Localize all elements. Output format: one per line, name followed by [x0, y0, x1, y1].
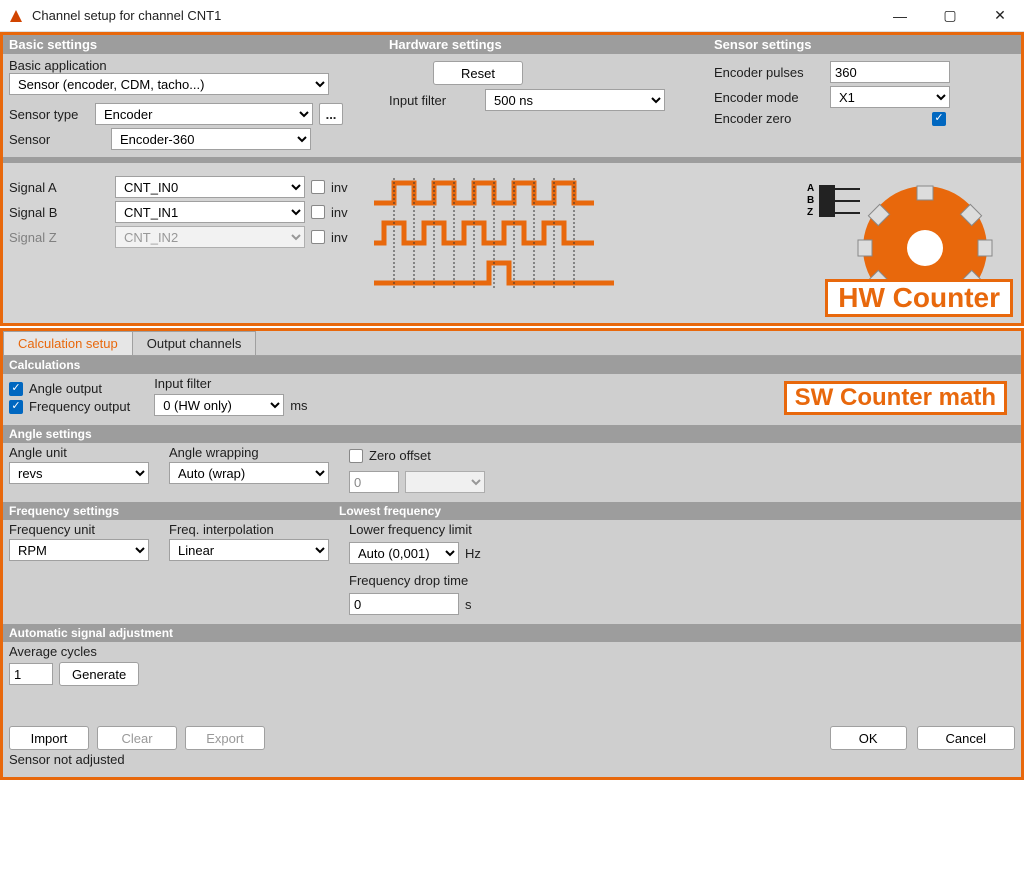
sensor-select[interactable]: Encoder-360	[111, 128, 311, 150]
sensor-type-select[interactable]: Encoder	[95, 103, 313, 125]
frequency-unit-label: Frequency unit	[9, 522, 149, 537]
tab-calculation-setup[interactable]: Calculation setup	[3, 331, 133, 355]
average-cycles-input[interactable]	[9, 663, 53, 685]
frequency-unit-select[interactable]: RPM	[9, 539, 149, 561]
import-button[interactable]: Import	[9, 726, 89, 750]
tab-output-channels[interactable]: Output channels	[132, 331, 257, 355]
clear-button: Clear	[97, 726, 177, 750]
input-filter-label: Input filter	[389, 93, 479, 108]
calc-input-filter-select[interactable]: 0 (HW only)	[154, 394, 284, 416]
hw-counter-badge: HW Counter	[825, 279, 1013, 317]
hardware-settings-header: Hardware settings	[383, 35, 708, 54]
titlebar: Channel setup for channel CNT1 — ▢ ✕	[0, 0, 1024, 32]
sensor-settings-header: Sensor settings	[708, 35, 1021, 54]
svg-text:A: A	[807, 183, 814, 194]
lower-frequency-limit-select[interactable]: Auto (0,001)	[349, 542, 459, 564]
frequency-drop-time-input[interactable]	[349, 593, 459, 615]
lowest-frequency-header: Lowest frequency	[333, 502, 1021, 520]
svg-text:B: B	[807, 195, 814, 206]
freq-interpolation-label: Freq. interpolation	[169, 522, 329, 537]
sensor-type-label: Sensor type	[9, 107, 89, 122]
encoder-zero-label: Encoder zero	[714, 111, 824, 126]
ok-button[interactable]: OK	[830, 726, 907, 750]
angle-unit-label: Angle unit	[9, 445, 149, 460]
hz-unit: Hz	[465, 546, 481, 561]
sensor-type-more-button[interactable]: ...	[319, 103, 343, 125]
maximize-button[interactable]: ▢	[934, 4, 966, 28]
encoder-zero-checkbox[interactable]	[932, 112, 946, 126]
signal-z-select: CNT_IN2	[115, 226, 305, 248]
signal-waveform-diagram	[369, 173, 795, 313]
reset-button[interactable]: Reset	[433, 61, 523, 85]
sw-counter-panel: Calculation setup Output channels Calcul…	[0, 328, 1024, 780]
encoder-mode-select[interactable]: X1	[830, 86, 950, 108]
signal-z-inv-label: inv	[331, 230, 348, 245]
signal-b-inv-checkbox[interactable]	[311, 205, 325, 219]
signal-a-inv-label: inv	[331, 180, 348, 195]
encoder-pulses-label: Encoder pulses	[714, 65, 824, 80]
angle-output-checkbox[interactable]	[9, 382, 23, 396]
frequency-settings-header: Frequency settings	[3, 502, 333, 520]
basic-application-label: Basic application	[9, 58, 377, 73]
signal-z-inv-checkbox[interactable]	[311, 230, 325, 244]
freq-interpolation-select[interactable]: Linear	[169, 539, 329, 561]
basic-application-select[interactable]: Sensor (encoder, CDM, tacho...)	[9, 73, 329, 95]
window-title: Channel setup for channel CNT1	[32, 8, 884, 23]
signal-a-label: Signal A	[9, 180, 109, 195]
close-button[interactable]: ✕	[984, 4, 1016, 28]
sensor-status-text: Sensor not adjusted	[9, 752, 1015, 767]
frequency-output-label: Frequency output	[29, 399, 130, 414]
calculations-header: Calculations	[3, 356, 1021, 374]
frequency-drop-time-label: Frequency drop time	[349, 573, 481, 588]
svg-text:Z: Z	[807, 207, 813, 218]
sensor-label: Sensor	[9, 132, 105, 147]
signal-b-inv-label: inv	[331, 205, 348, 220]
input-filter-select[interactable]: 500 ns	[485, 89, 665, 111]
encoder-mode-label: Encoder mode	[714, 90, 824, 105]
basic-settings-header: Basic settings	[3, 35, 383, 54]
zero-offset-input	[349, 471, 399, 493]
angle-wrapping-select[interactable]: Auto (wrap)	[169, 462, 329, 484]
average-cycles-label: Average cycles	[9, 644, 1015, 659]
seconds-unit: s	[465, 597, 472, 612]
signal-z-label: Signal Z	[9, 230, 109, 245]
angle-wrapping-label: Angle wrapping	[169, 445, 329, 460]
signal-b-label: Signal B	[9, 205, 109, 220]
cancel-button[interactable]: Cancel	[917, 726, 1015, 750]
ms-unit: ms	[290, 398, 307, 413]
signal-a-select[interactable]: CNT_IN0	[115, 176, 305, 198]
hw-counter-panel: Basic settings Hardware settings Sensor …	[0, 32, 1024, 326]
zero-offset-checkbox[interactable]	[349, 449, 363, 463]
automatic-signal-adjustment-header: Automatic signal adjustment	[3, 624, 1021, 642]
app-logo-icon	[8, 8, 24, 24]
zero-offset-label: Zero offset	[369, 448, 431, 463]
angle-unit-select[interactable]: revs	[9, 462, 149, 484]
zero-offset-unit-select	[405, 471, 485, 493]
generate-button[interactable]: Generate	[59, 662, 139, 686]
export-button: Export	[185, 726, 265, 750]
angle-output-label: Angle output	[29, 381, 102, 396]
angle-settings-header: Angle settings	[3, 425, 1021, 443]
frequency-output-checkbox[interactable]	[9, 400, 23, 414]
encoder-pulses-input[interactable]	[830, 61, 950, 83]
lower-frequency-limit-label: Lower frequency limit	[349, 522, 481, 537]
signal-a-inv-checkbox[interactable]	[311, 180, 325, 194]
minimize-button[interactable]: —	[884, 4, 916, 28]
sw-counter-badge: SW Counter math	[784, 381, 1007, 415]
signal-b-select[interactable]: CNT_IN1	[115, 201, 305, 223]
calc-input-filter-label: Input filter	[154, 376, 307, 391]
